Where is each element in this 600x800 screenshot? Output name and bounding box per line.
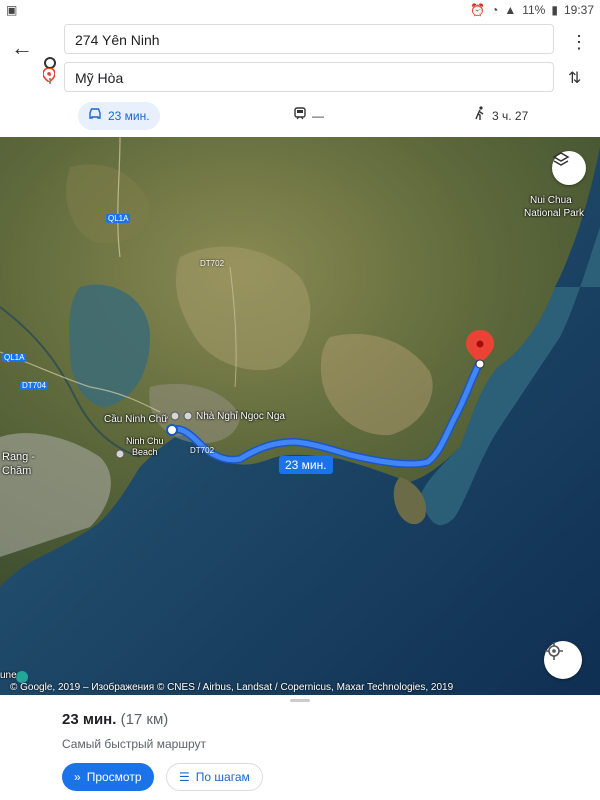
label-rang: Rang - bbox=[2, 451, 36, 463]
mode-driving[interactable]: 23 мин. bbox=[78, 102, 160, 130]
satellite-map[interactable]: Nui Chua National Park Cầu Ninh Chữ Nhà … bbox=[0, 137, 600, 695]
label-nha-nghi-ngoc-nga[interactable]: Nhà Nghỉ Ngọc Nga bbox=[196, 411, 285, 422]
road-dt704: DT704 bbox=[20, 381, 49, 390]
more-options-icon[interactable]: ⋮ bbox=[570, 32, 588, 53]
swap-icon[interactable]: ⇅ bbox=[568, 68, 581, 88]
navigation-arrows-icon: » bbox=[74, 770, 81, 784]
wifi-icon: ◔ bbox=[491, 3, 499, 17]
preview-button-label: Просмотр bbox=[86, 770, 142, 784]
status-bar: ▣ ⏰ ◔ ▲ 11% ▮ 19:37 bbox=[0, 0, 600, 20]
clock: 19:37 bbox=[563, 3, 594, 17]
list-icon: ☰ bbox=[179, 770, 190, 784]
road-ql1a-top: QL1A bbox=[106, 214, 131, 223]
alarm-icon: ⏰ bbox=[470, 3, 486, 17]
label-cau-ninh-chu[interactable]: Cầu Ninh Chữ bbox=[104, 414, 168, 425]
back-arrow-icon[interactable]: ← bbox=[8, 34, 36, 62]
car-icon bbox=[88, 102, 102, 130]
map-imagery bbox=[0, 137, 600, 695]
route-duration: 23 мин. bbox=[62, 711, 117, 728]
walk-icon bbox=[474, 102, 486, 130]
gallery-icon: ▣ bbox=[6, 3, 18, 17]
my-location-button[interactable] bbox=[544, 641, 582, 679]
road-dt702-south: DT702 bbox=[190, 446, 215, 455]
destination-pin-icon bbox=[42, 67, 56, 85]
road-ql1a-left: QL1A bbox=[2, 353, 27, 362]
label-ninh-chu-beach-2: Beach bbox=[132, 447, 158, 457]
signal-icon: ▲ bbox=[504, 3, 517, 17]
route-subtitle: Самый быстрый маршрут bbox=[62, 737, 206, 751]
label-une: une bbox=[0, 670, 17, 681]
battery-text: 11% bbox=[522, 3, 546, 17]
mode-walking[interactable]: 3 ч. 27 bbox=[474, 102, 528, 130]
route-summary: 23 мин. (17 км) bbox=[62, 711, 168, 728]
label-nui-chua: Nui Chua bbox=[530, 195, 572, 206]
mode-walking-label: 3 ч. 27 bbox=[492, 109, 529, 123]
layers-button[interactable] bbox=[552, 151, 586, 185]
road-dt702-north: DT702 bbox=[200, 259, 225, 268]
label-national-park: National Park bbox=[524, 208, 585, 219]
route-summary-sheet[interactable]: 23 мин. (17 км) Самый быстрый маршрут » … bbox=[0, 695, 600, 800]
label-ninh-chu-beach-1[interactable]: Ninh Chu bbox=[126, 436, 164, 446]
steps-button-label: По шагам bbox=[195, 770, 250, 784]
travel-modes: 23 мин. — 3 ч. 27 bbox=[0, 100, 600, 134]
preview-button[interactable]: » Просмотр bbox=[62, 763, 154, 791]
destination-input[interactable]: Mỹ Hòa bbox=[64, 62, 554, 92]
mode-driving-label: 23 мин. bbox=[108, 109, 150, 123]
mode-transit-label: — bbox=[312, 109, 324, 123]
mode-transit[interactable]: — bbox=[294, 102, 324, 130]
battery-icon: ▮ bbox=[551, 3, 558, 17]
steps-button[interactable]: ☰ По шагам bbox=[166, 763, 263, 791]
route-time-badge[interactable]: 23 мин. bbox=[279, 456, 333, 474]
route-distance: (17 км) bbox=[120, 711, 169, 728]
origin-input[interactable]: 274 Yên Ninh bbox=[64, 24, 554, 54]
train-icon bbox=[294, 102, 306, 130]
directions-header: ← 274 Yên Ninh Mỹ Hòa ⋮ ⇅ 23 мин. — 3 ч.… bbox=[0, 20, 600, 137]
label-cham: Chăm bbox=[2, 465, 32, 477]
map-credits: © Google, 2019 – Изображения © CNES / Ai… bbox=[10, 682, 454, 693]
drag-handle[interactable] bbox=[290, 699, 310, 702]
